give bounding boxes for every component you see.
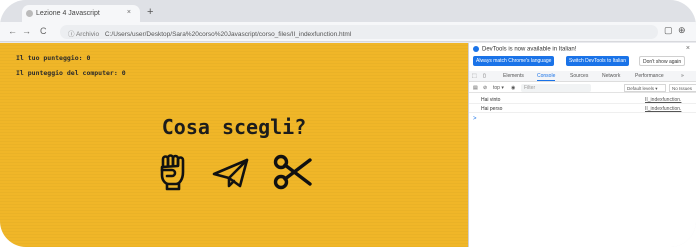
forward-icon[interactable]: → <box>22 26 31 36</box>
question-heading: Cosa scegli? <box>161 115 307 139</box>
inspect-icon[interactable]: ⬚ <box>472 73 477 79</box>
computer-score: Il punteggio del computer: 0 <box>16 69 126 77</box>
new-tab-icon[interactable]: + <box>147 6 153 18</box>
scissors-icon[interactable] <box>272 152 312 192</box>
paper-plane-icon[interactable] <box>210 152 250 192</box>
devtools-notice: DevTools is now available in Italian! <box>473 46 576 53</box>
address-text: C:/Users/user/Desktop/Sara%20corso%20Jav… <box>104 31 352 38</box>
tab-console[interactable]: Console <box>537 73 556 81</box>
address-bar[interactable]: ⓘ Archivio C:/Users/user/Desktop/Sara%20… <box>60 25 658 39</box>
computer-score-label: Il punteggio del computer: <box>16 69 118 77</box>
tab-sources[interactable]: Sources <box>570 73 588 79</box>
console-log-row: Hai vinto II_indexfunction. <box>469 96 696 104</box>
tab-strip: Lezione 4 Javascript × + <box>0 0 696 22</box>
back-icon[interactable]: ← <box>8 26 17 36</box>
browser-toolbar: ← → C ⓘ Archivio C:/Users/user/Desktop/S… <box>0 22 696 42</box>
player-score: Il tuo punteggio: 0 <box>16 54 90 62</box>
reload-icon[interactable]: C <box>40 26 47 36</box>
page-content: Il tuo punteggio: 0 Il punteggio del comp… <box>0 43 468 247</box>
console-prompt[interactable]: > <box>473 116 477 122</box>
console-filter-bar: ▤ ⊘ top ▾ ◉ Filter Default levels ▾ No I… <box>469 83 696 93</box>
close-icon[interactable]: × <box>686 45 690 52</box>
computer-score-value: 0 <box>121 69 126 77</box>
site-info-icon[interactable]: ⓘ Archivio <box>68 31 99 38</box>
tab-close-icon[interactable]: × <box>127 9 131 16</box>
tab-title: Lezione 4 Javascript <box>36 10 100 17</box>
profile-icon[interactable]: ⊕ <box>678 25 686 36</box>
log-source-link[interactable]: II_indexfunction. <box>645 97 681 103</box>
more-tabs-icon[interactable]: » <box>681 73 684 79</box>
favicon-icon <box>26 10 33 17</box>
player-score-label: Il tuo punteggio: <box>16 54 83 62</box>
console-filter-input[interactable]: Filter <box>521 84 591 92</box>
browser-window: Lezione 4 Javascript × + ← → C ⓘ Archivi… <box>0 0 696 247</box>
issues-badge[interactable]: No Issues <box>669 84 696 92</box>
info-icon <box>473 46 479 52</box>
browser-tab[interactable]: Lezione 4 Javascript × <box>22 5 140 22</box>
log-levels-dropdown[interactable]: Default levels ▾ <box>624 84 666 92</box>
log-message: Hai perso <box>481 106 503 112</box>
clear-console-icon[interactable]: ⊘ <box>483 85 487 91</box>
player-score-value: 0 <box>86 54 91 62</box>
devtools-panel: DevTools is now available in Italian! × … <box>468 43 696 247</box>
log-message: Hai vinto <box>481 97 501 103</box>
devtools-tabs: ⬚ ▯ Elements Console Sources Network Per… <box>469 71 696 82</box>
log-source-link[interactable]: II_indexfunction. <box>645 106 681 112</box>
sidebar-toggle-icon[interactable]: ▤ <box>473 85 478 91</box>
sidebar-icon[interactable]: ▢ <box>664 25 673 36</box>
dont-show-again-button[interactable]: Don't show again <box>639 56 686 66</box>
tab-elements[interactable]: Elements <box>503 73 524 79</box>
notice-text: DevTools is now available in Italian! <box>482 46 577 53</box>
tab-performance[interactable]: Performance <box>635 73 664 79</box>
tab-network[interactable]: Network <box>602 73 620 79</box>
console-log-row: Hai perso II_indexfunction. <box>469 105 696 113</box>
fist-icon[interactable] <box>152 152 192 192</box>
always-match-language-button[interactable]: Always match Chrome's language <box>473 56 555 66</box>
context-selector[interactable]: top ▾ <box>493 85 504 91</box>
device-toolbar-icon[interactable]: ▯ <box>483 73 486 79</box>
eye-icon[interactable]: ◉ <box>511 85 515 91</box>
switch-language-button[interactable]: Switch DevTools to Italian <box>566 56 629 66</box>
